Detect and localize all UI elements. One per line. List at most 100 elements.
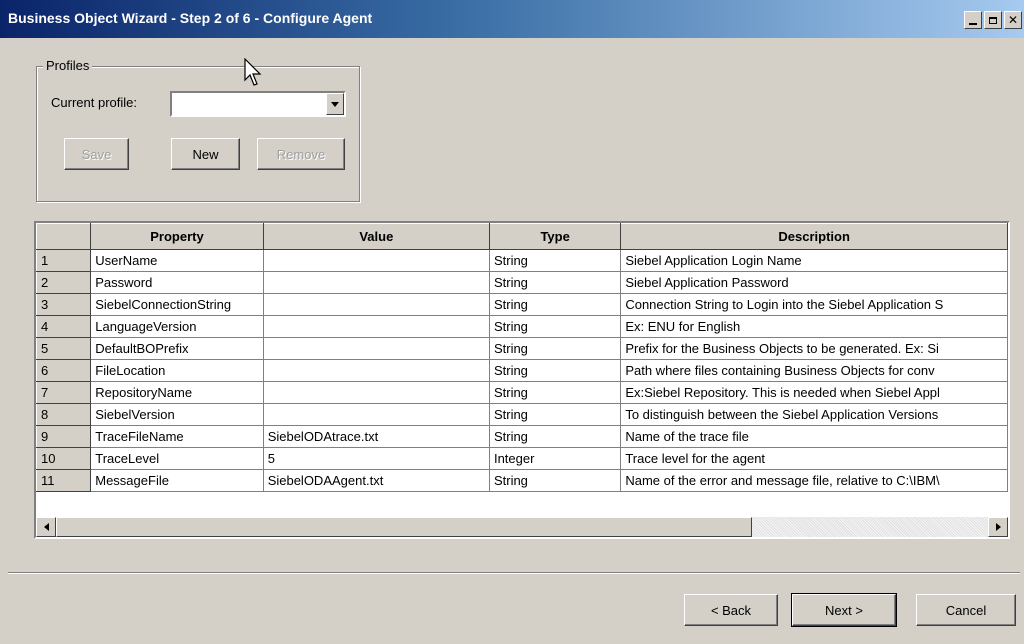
value-cell[interactable]: [262, 359, 490, 382]
description-cell[interactable]: Ex: ENU for English: [620, 315, 1008, 338]
column-header-type[interactable]: Type: [488, 223, 622, 250]
row-number[interactable]: 3: [36, 293, 92, 316]
dropdown-button[interactable]: [326, 93, 344, 115]
type-cell[interactable]: String: [488, 359, 622, 382]
table-empty-cell: [36, 491, 1008, 516]
value-cell[interactable]: [262, 293, 490, 316]
table-row[interactable]: 10 TraceLevel 5 Integer Trace level for the …: [36, 447, 1008, 470]
arrow-right-icon: [995, 523, 1001, 531]
table-row[interactable]: 3 SiebelConnectionString String Connection …: [36, 293, 1008, 316]
type-cell[interactable]: String: [488, 403, 622, 426]
scroll-right-button[interactable]: [988, 517, 1008, 537]
row-number[interactable]: 2: [36, 271, 92, 294]
type-cell[interactable]: String: [488, 271, 622, 294]
description-cell[interactable]: Trace level for the agent: [620, 447, 1008, 470]
value-cell[interactable]: [262, 315, 490, 338]
description-cell[interactable]: Siebel Application Password: [620, 271, 1008, 294]
properties-table[interactable]: Property Value Type Description 1 UserNam…: [34, 221, 1010, 539]
row-number[interactable]: 9: [36, 425, 92, 448]
description-cell[interactable]: Ex:Siebel Repository. This is needed whe…: [620, 381, 1008, 404]
close-icon: ✕: [1007, 13, 1019, 27]
horizontal-scrollbar[interactable]: [36, 517, 1008, 537]
row-number[interactable]: 5: [36, 337, 92, 360]
property-cell[interactable]: TraceFileName: [90, 425, 264, 448]
table-row[interactable]: 4 LanguageVersion String Ex: ENU for Englis…: [36, 315, 1008, 338]
minimize-icon: [969, 22, 977, 25]
type-cell[interactable]: String: [488, 381, 622, 404]
type-cell[interactable]: String: [488, 315, 622, 338]
property-cell[interactable]: FileLocation: [90, 359, 264, 382]
table-row[interactable]: 5 DefaultBOPrefix String Prefix for the Bus…: [36, 337, 1008, 360]
window-controls: ✕: [964, 11, 1022, 29]
window-title: Business Object Wizard - Step 2 of 6 - C…: [8, 10, 373, 26]
value-cell[interactable]: [262, 381, 490, 404]
property-cell[interactable]: SiebelVersion: [90, 403, 264, 426]
column-header-property[interactable]: Property: [90, 223, 264, 250]
next-button[interactable]: Next >: [791, 593, 897, 627]
properties-grid: Property Value Type Description 1 UserNam…: [36, 223, 1008, 516]
description-cell[interactable]: Path where files containing Business Obj…: [620, 359, 1008, 382]
property-cell[interactable]: DefaultBOPrefix: [90, 337, 264, 360]
row-number[interactable]: 1: [36, 249, 92, 272]
value-cell[interactable]: 5: [262, 447, 490, 470]
new-button[interactable]: New: [171, 138, 240, 170]
row-number[interactable]: 8: [36, 403, 92, 426]
description-cell[interactable]: Connection String to Login into the Sieb…: [620, 293, 1008, 316]
property-cell[interactable]: Password: [90, 271, 264, 294]
property-cell[interactable]: LanguageVersion: [90, 315, 264, 338]
maximize-icon: [989, 16, 997, 24]
value-cell[interactable]: [262, 403, 490, 426]
type-cell[interactable]: String: [488, 337, 622, 360]
property-cell[interactable]: TraceLevel: [90, 447, 264, 470]
back-button[interactable]: < Back: [684, 594, 778, 626]
cancel-button[interactable]: Cancel: [916, 594, 1016, 626]
maximize-button[interactable]: [984, 11, 1002, 29]
title-bar[interactable]: Business Object Wizard - Step 2 of 6 - C…: [0, 0, 1024, 38]
table-row[interactable]: 6 FileLocation String Path where files cont…: [36, 359, 1008, 382]
description-cell[interactable]: Siebel Application Login Name: [620, 249, 1008, 272]
row-number[interactable]: 6: [36, 359, 92, 382]
row-number[interactable]: 10: [36, 447, 92, 470]
scroll-left-button[interactable]: [36, 517, 56, 537]
property-cell[interactable]: SiebelConnectionString: [90, 293, 264, 316]
value-cell[interactable]: [262, 249, 490, 272]
row-number[interactable]: 4: [36, 315, 92, 338]
value-cell[interactable]: [262, 337, 490, 360]
table-row[interactable]: 1 UserName String Siebel Application Login …: [36, 249, 1008, 272]
property-cell[interactable]: RepositoryName: [90, 381, 264, 404]
table-empty-area: [36, 491, 1008, 516]
table-row[interactable]: 2 Password String Siebel Application Passwo…: [36, 271, 1008, 294]
column-header-rownum[interactable]: [36, 223, 92, 250]
value-cell[interactable]: [262, 271, 490, 294]
description-cell[interactable]: To distinguish between the Siebel Applic…: [620, 403, 1008, 426]
property-cell[interactable]: MessageFile: [90, 469, 264, 492]
value-cell[interactable]: SiebelODAAgent.txt: [262, 469, 490, 492]
table-row[interactable]: 11 MessageFile SiebelODAAgent.txt String Nam…: [36, 469, 1008, 492]
property-cell[interactable]: UserName: [90, 249, 264, 272]
remove-button[interactable]: Remove: [257, 138, 345, 170]
description-cell[interactable]: Name of the trace file: [620, 425, 1008, 448]
column-header-description[interactable]: Description: [620, 223, 1008, 250]
current-profile-select[interactable]: [170, 91, 346, 117]
row-number[interactable]: 7: [36, 381, 92, 404]
type-cell[interactable]: String: [488, 425, 622, 448]
type-cell[interactable]: String: [488, 249, 622, 272]
row-number[interactable]: 11: [36, 469, 92, 492]
save-button[interactable]: Save: [64, 138, 129, 170]
description-cell[interactable]: Name of the error and message file, rela…: [620, 469, 1008, 492]
table-row[interactable]: 7 RepositoryName String Ex:Siebel Repositor…: [36, 381, 1008, 404]
arrow-left-icon: [43, 523, 49, 531]
value-cell[interactable]: SiebelODAtrace.txt: [262, 425, 490, 448]
minimize-button[interactable]: [964, 11, 982, 29]
column-header-value[interactable]: Value: [262, 223, 490, 250]
type-cell[interactable]: String: [488, 469, 622, 492]
current-profile-label: Current profile:: [51, 95, 137, 110]
type-cell[interactable]: String: [488, 293, 622, 316]
table-row[interactable]: 9 TraceFileName SiebelODAtrace.txt String Na…: [36, 425, 1008, 448]
table-row[interactable]: 8 SiebelVersion String To distinguish betwe…: [36, 403, 1008, 426]
close-button[interactable]: ✕: [1004, 11, 1022, 29]
footer-separator: [8, 572, 1020, 574]
type-cell[interactable]: Integer: [488, 447, 622, 470]
scrollbar-thumb[interactable]: [56, 517, 752, 537]
description-cell[interactable]: Prefix for the Business Objects to be ge…: [620, 337, 1008, 360]
